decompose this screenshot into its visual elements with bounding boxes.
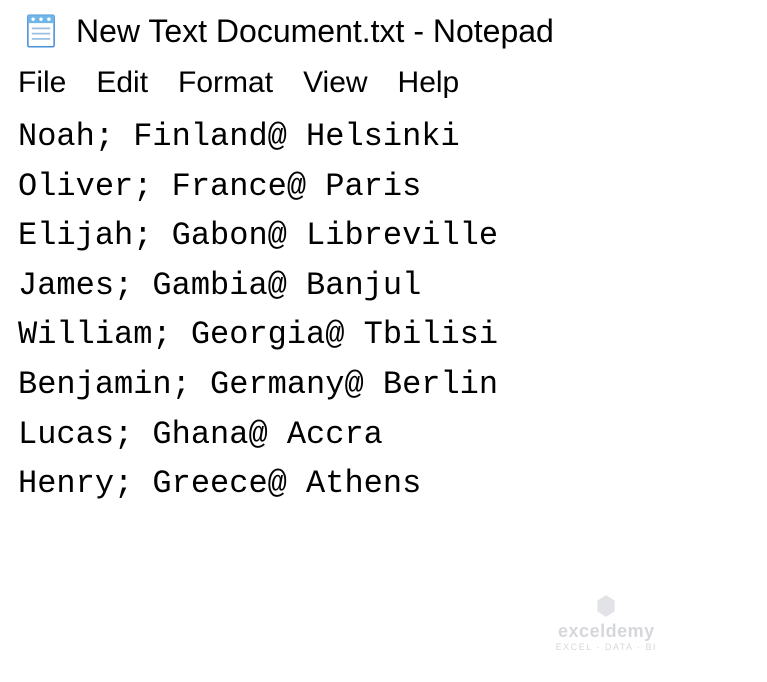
window-title: New Text Document.txt - Notepad bbox=[76, 13, 554, 50]
text-line: Noah; Finland@ Helsinki bbox=[18, 118, 460, 155]
text-line: James; Gambia@ Banjul bbox=[18, 267, 421, 304]
text-line: Lucas; Ghana@ Accra bbox=[18, 416, 383, 453]
menu-bar: File Edit Format View Help bbox=[0, 58, 767, 110]
notepad-window: New Text Document.txt - Notepad File Edi… bbox=[0, 0, 767, 682]
watermark-title: exceldemy bbox=[558, 621, 655, 642]
text-line: Oliver; France@ Paris bbox=[18, 168, 421, 205]
notepad-icon bbox=[20, 10, 62, 52]
text-line: Henry; Greece@ Athens bbox=[18, 465, 421, 502]
text-line: William; Georgia@ Tbilisi bbox=[18, 316, 498, 353]
title-bar: New Text Document.txt - Notepad bbox=[0, 0, 767, 58]
menu-format[interactable]: Format bbox=[178, 66, 273, 100]
watermark-subtitle: EXCEL · DATA · BI bbox=[556, 642, 657, 652]
watermark-logo-icon bbox=[593, 593, 619, 619]
menu-help[interactable]: Help bbox=[398, 66, 460, 100]
text-line: Benjamin; Germany@ Berlin bbox=[18, 366, 498, 403]
text-line: Elijah; Gabon@ Libreville bbox=[18, 217, 498, 254]
watermark: exceldemy EXCEL · DATA · BI bbox=[556, 593, 657, 652]
menu-file[interactable]: File bbox=[18, 66, 66, 100]
menu-edit[interactable]: Edit bbox=[96, 66, 148, 100]
menu-view[interactable]: View bbox=[303, 66, 367, 100]
